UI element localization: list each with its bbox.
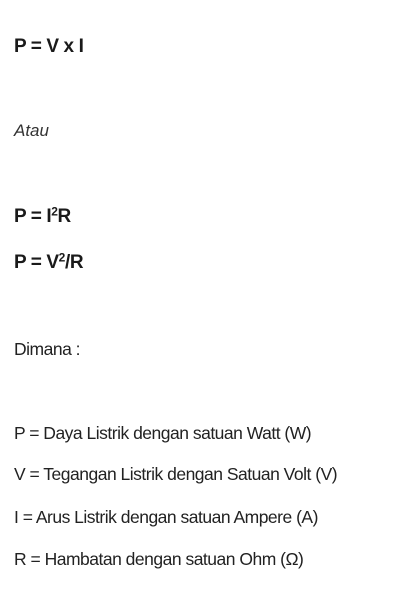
article-content: P = V x I Atau P = I2R P = V2/R Dimana :…	[14, 0, 394, 600]
formula-prefix: P = I	[14, 206, 52, 227]
definition-resistance: R = Hambatan dengan satuan Ohm (Ω)	[14, 549, 304, 569]
formula-prefix: P = V	[14, 252, 59, 273]
formula-power-main: P = V x I	[14, 36, 84, 57]
formula-suffix: /R	[64, 252, 84, 273]
or-text: Atau	[14, 121, 49, 140]
definition-current: I = Arus Listrik dengan satuan Ampere (A…	[14, 507, 318, 527]
definition-power: P = Daya Listrik dengan satuan Watt (W)	[14, 423, 312, 443]
formula-power-voltage: P = V2/R	[14, 251, 84, 273]
definition-voltage: V = Tegangan Listrik dengan Satuan Volt …	[14, 464, 338, 484]
formula-power-current: P = I2R	[14, 205, 72, 227]
formula-suffix: R	[57, 206, 72, 227]
where-label: Dimana :	[14, 339, 81, 359]
